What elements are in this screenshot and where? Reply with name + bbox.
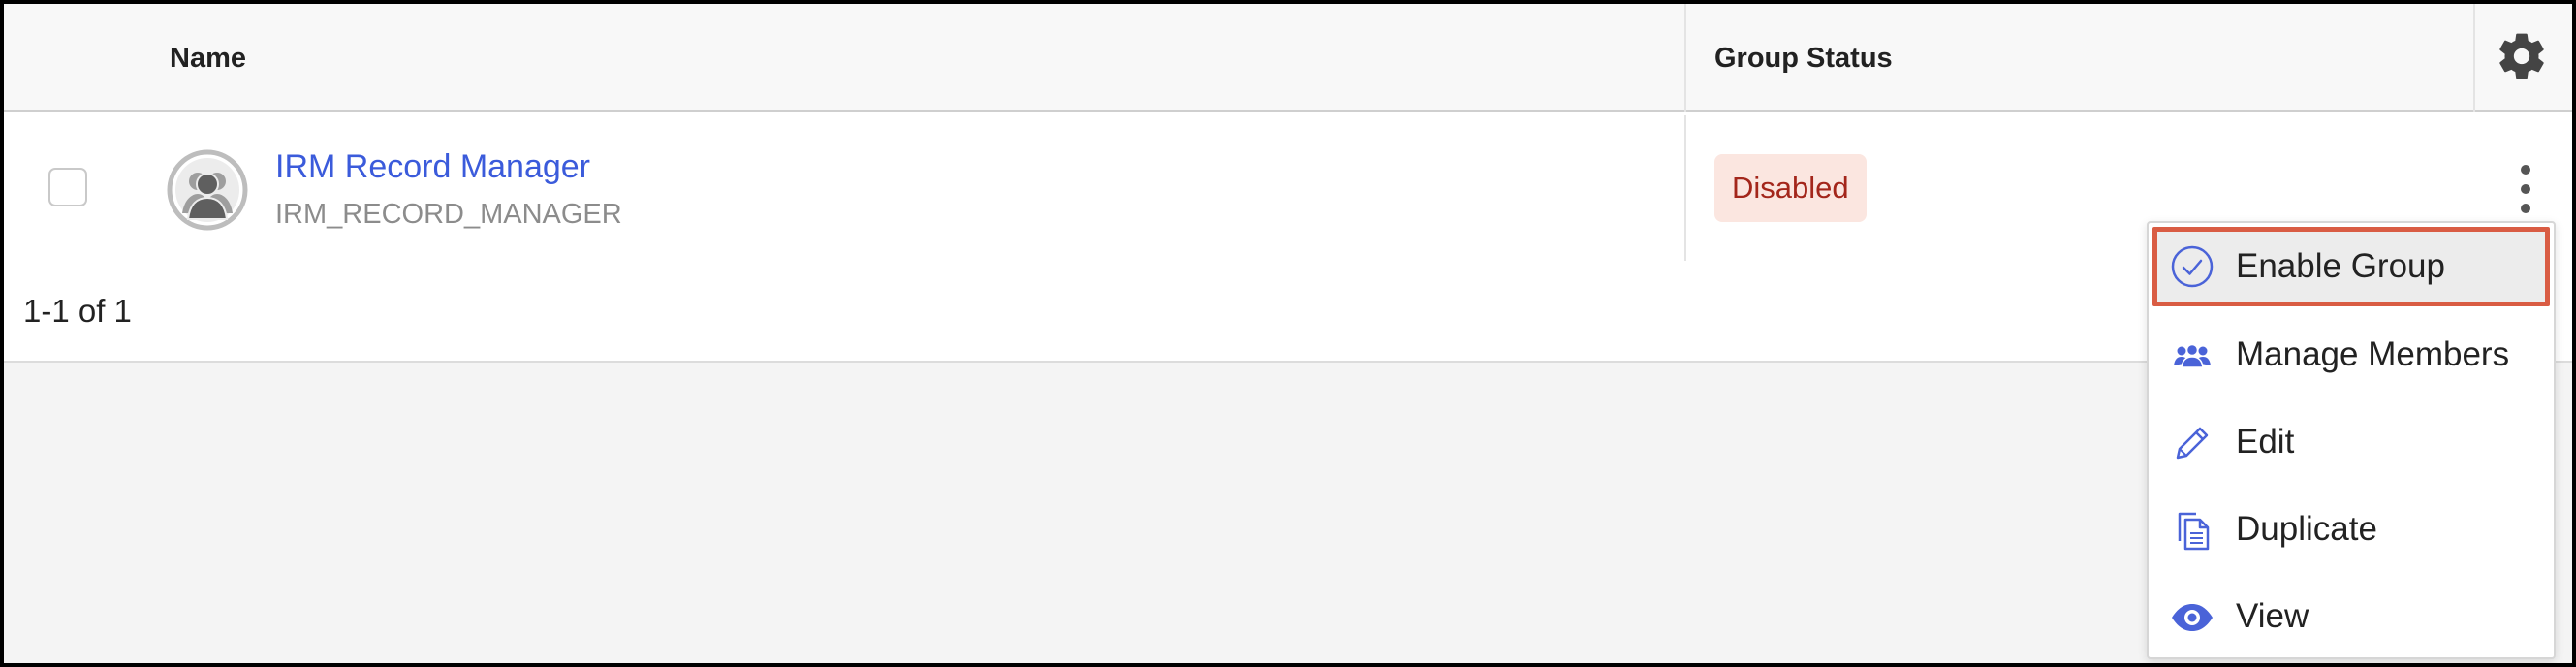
members-icon (2174, 343, 2211, 368)
column-divider (1684, 4, 1686, 112)
menu-item-label: Edit (2236, 423, 2295, 461)
gear-icon[interactable] (2495, 29, 2549, 83)
group-name-link[interactable]: IRM Record Manager (275, 148, 590, 186)
menu-item-label: Manage Members (2236, 335, 2510, 373)
table-header: Name Group Status (4, 4, 2572, 112)
column-divider (1684, 115, 1686, 261)
row-actions-menu: Enable Group Manage Members Edit Duplica… (2147, 221, 2556, 659)
group-code: IRM_RECORD_MANAGER (275, 199, 622, 230)
pencil-icon (2176, 427, 2209, 460)
group-avatar-icon (167, 149, 248, 231)
menu-item-duplicate[interactable]: Duplicate (2149, 487, 2554, 572)
check-circle-icon (2171, 245, 2214, 288)
app-frame: Name Group Status IRM Record Manager IRM… (4, 4, 2572, 663)
row-checkbox[interactable] (48, 168, 87, 206)
menu-item-manage-members[interactable]: Manage Members (2149, 312, 2554, 397)
column-divider (2473, 4, 2475, 112)
column-header-name[interactable]: Name (170, 4, 246, 112)
menu-item-enable-group[interactable]: Enable Group (2152, 227, 2550, 306)
duplicate-icon (2178, 512, 2210, 551)
menu-item-label: Enable Group (2236, 247, 2445, 285)
pagination-label: 1-1 of 1 (23, 293, 132, 329)
status-badge: Disabled (1714, 154, 1867, 222)
menu-item-label: View (2236, 597, 2309, 635)
column-header-group-status[interactable]: Group Status (1714, 4, 1893, 112)
more-vertical-icon[interactable] (2508, 162, 2543, 216)
menu-item-edit[interactable]: Edit (2149, 399, 2554, 485)
menu-item-label: Duplicate (2236, 510, 2377, 548)
eye-icon (2172, 604, 2213, 631)
menu-item-view[interactable]: View (2149, 574, 2554, 659)
